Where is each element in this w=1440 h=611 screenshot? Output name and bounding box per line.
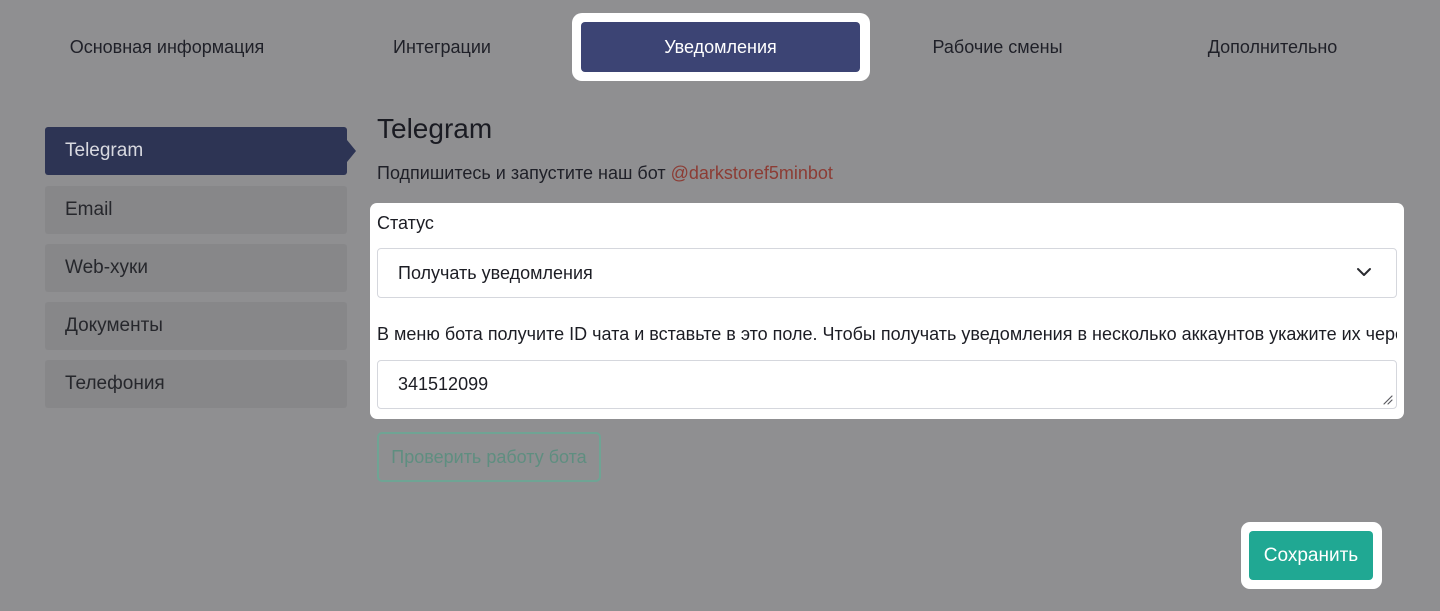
sidebar-item-telephony[interactable]: Телефония [45,360,347,408]
settings-tabs: Основная информация Интеграции Уведомлен… [0,0,1440,96]
subscribe-text: Подпишитесь и запустите наш бот [377,163,671,183]
sidebar-item-webhooks[interactable]: Web-хуки [45,244,347,292]
section-title: Telegram [377,113,493,144]
status-select-value: Получать уведомления [398,263,593,283]
resize-handle-icon[interactable] [1383,395,1393,405]
tab-additional[interactable]: Дополнительно [1160,22,1385,72]
active-item-arrow [347,140,356,162]
tab-integrations[interactable]: Интеграции [332,22,552,72]
tab-main-info[interactable]: Основная информация [52,22,282,72]
tab-work-shifts[interactable]: Рабочие смены [890,22,1105,72]
chat-id-value: 341512099 [398,374,489,394]
sidebar-item-telegram[interactable]: Telegram [45,127,347,175]
sidebar-item-email[interactable]: Email [45,186,347,234]
telegram-form-card: Статус Получать уведомления В меню бота … [370,203,1404,419]
tab-notifications[interactable]: Уведомления [581,22,860,72]
check-bot-button[interactable]: Проверить работу бота [377,432,601,482]
save-button[interactable]: Сохранить [1249,531,1373,580]
status-label: Статус [377,213,434,233]
sidebar-item-documents[interactable]: Документы [45,302,347,350]
subscribe-instruction: Подпишитесь и запустите наш бот @darksto… [377,163,833,184]
status-select[interactable]: Получать уведомления [377,248,1397,298]
chevron-down-icon [1357,268,1371,276]
bot-link[interactable]: @darkstoref5minbot [671,163,833,183]
chat-id-help-text: В меню бота получите ID чата и вставьте … [377,324,1397,344]
chat-id-textarea[interactable]: 341512099 [377,360,1397,409]
